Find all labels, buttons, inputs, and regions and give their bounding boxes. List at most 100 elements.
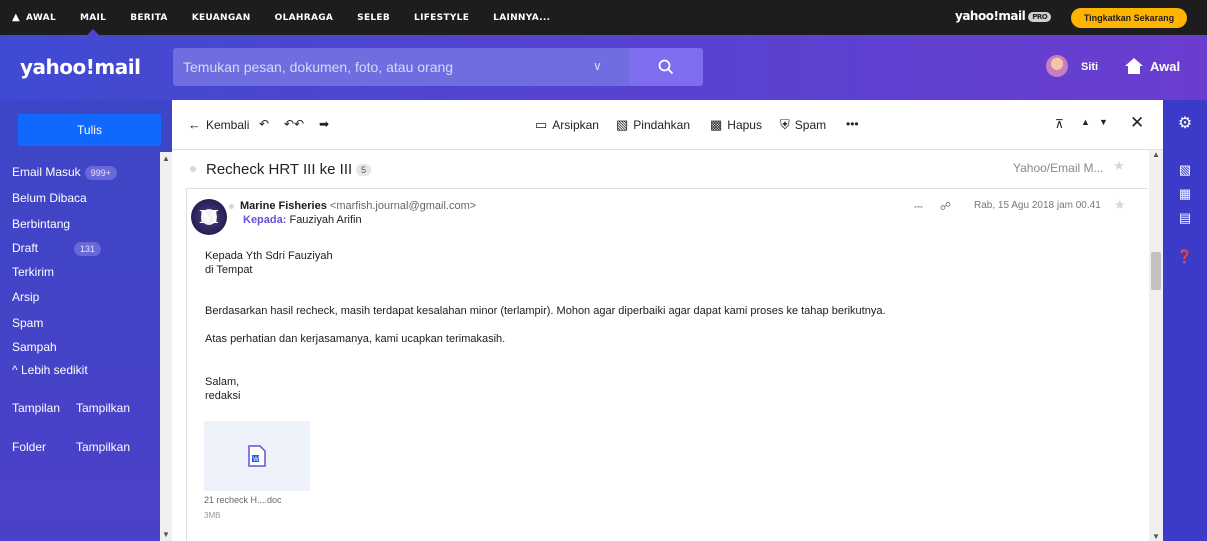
archive-icon: ▭ — [535, 117, 548, 132]
nav-item-awal[interactable]: ▲ AWAL — [0, 0, 68, 35]
more-actions-button[interactable]: ••• — [846, 117, 859, 131]
reply-button[interactable]: ↶ — [259, 117, 269, 131]
nav-item-olahraga[interactable]: OLAHRAGA — [263, 0, 346, 35]
previous-message-icon[interactable]: ▲ — [1081, 117, 1090, 127]
spam-button[interactable]: ⛨ Spam — [780, 117, 826, 133]
avatar[interactable] — [1046, 55, 1068, 77]
scroll-thumb[interactable] — [1151, 252, 1161, 290]
paperclip-icon: ☍ — [939, 201, 951, 213]
sender-name[interactable]: Marine Fisheries — [240, 200, 327, 212]
back-button[interactable]: ← Kembali — [188, 117, 249, 132]
sidebar-item-label: Arsip — [12, 290, 40, 304]
message-star-icon[interactable]: ★ — [1114, 197, 1126, 213]
nav-item-label: SELEB — [357, 12, 391, 23]
search-button[interactable] — [629, 48, 703, 86]
nav-item-lifestyle[interactable]: LIFESTYLE — [402, 0, 481, 35]
sidebar-item-inbox[interactable]: Email Masuk 999+ — [12, 165, 117, 180]
sidebar-item-trash[interactable]: Sampah — [12, 340, 57, 354]
reply-icon: ↶ — [259, 117, 270, 131]
sidebar-item-draft[interactable]: Draft 131 — [12, 241, 102, 256]
search-options-chevron-icon[interactable]: ∨ — [593, 59, 602, 73]
email-subject: Recheck HRT III ke III 5 — [206, 161, 372, 178]
forward-icon: ➡ — [319, 117, 330, 131]
nav-item-seleb[interactable]: SELEB — [345, 0, 402, 35]
attachment-thumbnail[interactable]: W — [204, 421, 310, 491]
attachment-name[interactable]: 21 recheck H....doc — [204, 495, 282, 505]
sidebar-item-label: Sampah — [12, 340, 57, 354]
contacts-icon[interactable]: ▧ — [1175, 160, 1195, 180]
scroll-up-icon[interactable]: ▲ — [162, 154, 170, 163]
back-arrow-icon: ← — [188, 117, 201, 132]
collapse-icon[interactable]: ⊼ — [1055, 117, 1064, 131]
nav-item-label: LIFESTYLE — [414, 12, 470, 23]
trash-icon: ▩ — [710, 117, 723, 132]
calendar-icon[interactable]: ▦ — [1175, 184, 1195, 204]
sidebar-item-unread[interactable]: Belum Dibaca — [12, 191, 87, 205]
home-link-label: Awal — [1150, 58, 1181, 74]
nav-item-label: BERITA — [130, 12, 168, 23]
archive-button[interactable]: ▭ Arsipkan — [535, 117, 599, 133]
scroll-down-icon[interactable]: ▼ — [1152, 532, 1160, 541]
scroll-up-icon[interactable]: ▲ — [1152, 150, 1160, 159]
nav-item-label: MAIL — [79, 12, 107, 23]
show-less-link[interactable]: ^ Lebih sedikit — [12, 363, 88, 377]
home-link[interactable]: Awal — [1124, 57, 1180, 75]
message-date: Rab, 15 Agu 2018 jam 00.41 — [974, 200, 1101, 211]
folders-show-link[interactable]: Tampilkan — [76, 440, 130, 454]
sidebar-item-archive[interactable]: Arsip — [12, 290, 39, 304]
sidebar-item-sent[interactable]: Terkirim — [12, 265, 54, 279]
sidebar-item-label: Berbintang — [12, 217, 71, 231]
body-line: Berdasarkan hasil recheck, masih terdapa… — [205, 305, 886, 317]
content-scrollbar[interactable]: ▲ ▼ — [1149, 150, 1163, 541]
next-message-icon[interactable]: ▼ — [1099, 117, 1108, 127]
compose-button[interactable]: Tulis — [18, 114, 161, 146]
close-icon[interactable]: ✕ — [1130, 113, 1144, 133]
nav-item-lainnya[interactable]: LAINNYA... — [481, 0, 562, 35]
reply-all-icon: ↶↶ — [284, 117, 305, 131]
nav-item-berita[interactable]: BERITA — [118, 0, 180, 35]
search-bar: ∨ — [173, 48, 703, 86]
folder-tag[interactable]: Yahoo/Email M... — [1013, 161, 1103, 175]
forward-button[interactable]: ➡ — [319, 117, 329, 131]
nav-item-mail[interactable]: MAIL — [68, 0, 118, 35]
views-show-link[interactable]: Tampilkan — [76, 401, 130, 415]
sidebar-item-label: Draft — [12, 241, 39, 255]
yahoo-mail-logo[interactable]: yahoo!mail — [20, 55, 141, 79]
search-icon — [658, 59, 674, 75]
nav-item-keuangan[interactable]: KEUANGAN — [180, 0, 263, 35]
upgrade-button[interactable]: Tingkatkan Sekarang — [1071, 8, 1187, 28]
delete-button[interactable]: ▩ Hapus — [710, 117, 762, 133]
archive-label: Arsipkan — [552, 118, 599, 132]
reply-all-button[interactable]: ↶↶ — [284, 117, 304, 131]
sidebar-item-starred[interactable]: Berbintang — [12, 217, 70, 231]
body-line: redaksi — [205, 390, 241, 402]
scroll-down-icon[interactable]: ▼ — [162, 530, 170, 539]
recipient-name[interactable]: Fauziyah Arifin — [289, 214, 361, 226]
sidebar-item-spam[interactable]: Spam — [12, 316, 43, 330]
print-icon[interactable]: ⎓ — [914, 201, 923, 213]
notepad-icon[interactable]: ▤ — [1175, 208, 1195, 228]
spam-label: Spam — [794, 118, 827, 132]
search-input[interactable] — [173, 48, 629, 86]
user-name[interactable]: Siti — [1081, 61, 1098, 73]
home-icon — [1125, 58, 1143, 74]
draft-count-badge: 131 — [74, 242, 102, 256]
move-button[interactable]: ▧ Pindahkan — [616, 117, 690, 133]
sender-avatar: M — [191, 199, 227, 235]
brand-text: yahoo!mail — [955, 9, 1026, 23]
message-card: M Marine Fisheries <marfish.journal@gmai… — [186, 188, 1148, 541]
nav-item-label: KEUANGAN — [191, 12, 251, 23]
unread-count-badge: 999+ — [84, 166, 117, 180]
sidebar-scrollbar[interactable]: ▲ ▼ — [160, 152, 172, 541]
help-icon[interactable]: ❓ — [1175, 247, 1195, 267]
settings-gear-icon[interactable]: ⚙ — [1175, 113, 1195, 133]
message-toolbar: ← Kembali ↶ ↶↶ ➡ ▭ Arsipkan ▧ Pindahkan ▩ Ha… — [172, 100, 1163, 150]
brand-logo-small[interactable]: yahoo!mail PRO — [955, 9, 1052, 23]
shield-icon: ⛨ — [780, 117, 790, 132]
nav-item-label: LAINNYA... — [493, 12, 551, 23]
views-section-label: Tampilan — [12, 401, 61, 415]
star-icon[interactable]: ★ — [1113, 158, 1125, 174]
message-actions: ⎓ ☍ — [914, 200, 951, 214]
body-line: Salam, — [205, 376, 240, 388]
sender-email: <marfish.journal@gmail.com> — [329, 200, 477, 212]
